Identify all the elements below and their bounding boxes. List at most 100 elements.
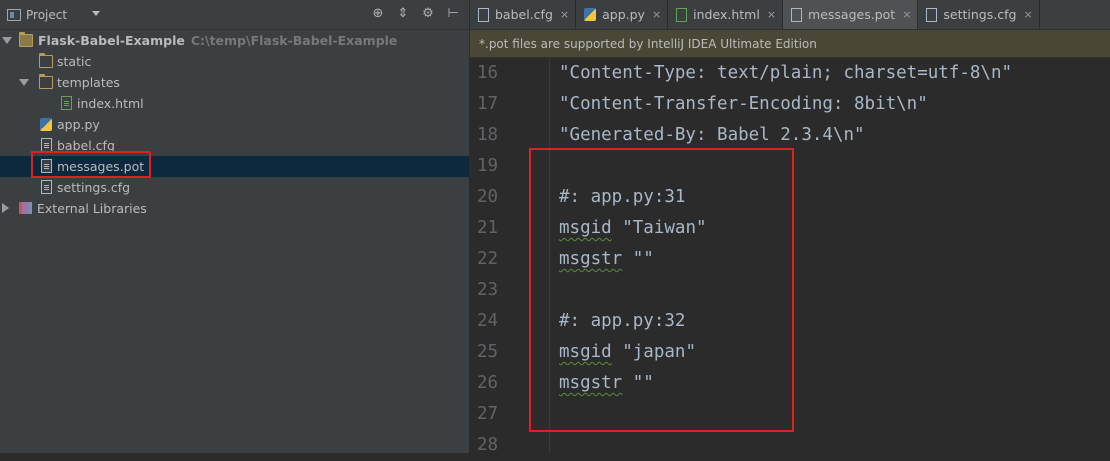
tree-item-label: static bbox=[57, 54, 92, 69]
tab-index-html[interactable]: index.html × bbox=[668, 0, 784, 29]
close-icon[interactable]: × bbox=[652, 8, 661, 21]
code-line: 19 bbox=[470, 151, 1110, 182]
plugin-notice-banner: *.pot files are supported by IntelliJ ID… bbox=[470, 30, 1110, 58]
keyword-msgstr: msgstr bbox=[559, 249, 623, 269]
expand-arrow-icon[interactable] bbox=[2, 37, 12, 44]
tab-label: babel.cfg bbox=[495, 7, 553, 22]
file-icon bbox=[41, 159, 52, 173]
code-line: 16 "Content-Type: text/plain; charset=utf… bbox=[470, 58, 1110, 89]
tree-item-settings-cfg[interactable]: settings.cfg bbox=[0, 177, 469, 198]
line-number: 19 bbox=[477, 156, 499, 176]
tree-item-label: babel.cfg bbox=[57, 138, 115, 153]
gear-icon[interactable]: ⚙ bbox=[420, 6, 436, 22]
code-line: 18 "Generated-By: Babel 2.3.4\n" bbox=[470, 120, 1110, 151]
keyword-msgid: msgid bbox=[559, 218, 612, 238]
chevron-down-icon[interactable] bbox=[92, 11, 100, 16]
close-icon[interactable]: × bbox=[767, 8, 776, 21]
line-text: "Generated-By: Babel 2.3.4\n" bbox=[559, 125, 865, 145]
folder-icon bbox=[39, 74, 53, 89]
tree-item-messages-pot[interactable]: messages.pot bbox=[0, 156, 469, 177]
line-number: 25 bbox=[477, 342, 499, 362]
line-number: 26 bbox=[477, 373, 499, 393]
close-icon[interactable]: × bbox=[902, 8, 911, 21]
hide-panel-icon[interactable]: ⊢ bbox=[445, 6, 461, 22]
root-folder-name: Flask-Babel-Example bbox=[38, 33, 185, 48]
tree-item-label: External Libraries bbox=[37, 201, 147, 216]
line-text: "japan" bbox=[611, 342, 696, 362]
tree-item-templates[interactable]: templates bbox=[0, 72, 469, 93]
line-number: 28 bbox=[477, 435, 499, 455]
line-text: #: app.py:32 bbox=[559, 311, 686, 331]
code-line: 21 msgid "Taiwan" bbox=[470, 213, 1110, 244]
editor-area: babel.cfg × app.py × index.html × messag… bbox=[470, 0, 1110, 455]
code-line: 17 "Content-Transfer-Encoding: 8bit\n" bbox=[470, 89, 1110, 120]
file-icon bbox=[926, 7, 938, 22]
code-line: 26 msgstr "" bbox=[470, 368, 1110, 399]
line-number: 17 bbox=[477, 94, 499, 114]
locate-icon[interactable]: ⊕ bbox=[370, 6, 386, 22]
code-editor[interactable]: 16 "Content-Type: text/plain; charset=utf… bbox=[470, 58, 1110, 461]
python-file-icon bbox=[40, 118, 52, 131]
tree-item-root[interactable]: Flask-Babel-Example C:\temp\Flask-Babel-E… bbox=[0, 30, 469, 51]
tab-label: app.py bbox=[602, 7, 645, 22]
tree-item-external-libraries[interactable]: External Libraries bbox=[0, 198, 469, 219]
code-line: 20 #: app.py:31 bbox=[470, 182, 1110, 213]
tab-app-py[interactable]: app.py × bbox=[576, 0, 669, 29]
file-icon bbox=[478, 7, 489, 22]
tree-item-app-py[interactable]: app.py bbox=[0, 114, 469, 135]
project-tree: Flask-Babel-Example C:\temp\Flask-Babel-E… bbox=[0, 30, 469, 219]
line-text: "" bbox=[622, 373, 654, 393]
tab-label: messages.pot bbox=[808, 7, 896, 22]
expand-arrow-icon[interactable] bbox=[19, 79, 29, 86]
expand-arrow-icon[interactable] bbox=[2, 203, 9, 213]
tree-item-label: templates bbox=[57, 75, 120, 90]
tree-item-label: app.py bbox=[57, 117, 100, 132]
line-text: "Content-Type: text/plain; charset=utf-8… bbox=[559, 63, 1013, 83]
html-file-icon bbox=[61, 96, 72, 110]
tree-item-babel-cfg[interactable]: babel.cfg bbox=[0, 135, 469, 156]
line-number: 24 bbox=[477, 311, 499, 331]
line-text: "Taiwan" bbox=[611, 218, 707, 238]
file-icon bbox=[791, 7, 803, 22]
tree-item-static[interactable]: static bbox=[0, 51, 469, 72]
code-line: 27 bbox=[470, 399, 1110, 430]
keyword-msgid: msgid bbox=[559, 342, 612, 362]
line-text: "" bbox=[622, 249, 654, 269]
tree-item-label: messages.pot bbox=[57, 159, 145, 174]
file-icon bbox=[41, 138, 52, 152]
python-file-icon bbox=[584, 8, 597, 21]
code-line: 25 msgid "japan" bbox=[470, 337, 1110, 368]
folder-icon bbox=[39, 53, 53, 68]
file-icon bbox=[41, 180, 52, 194]
tree-item-label: settings.cfg bbox=[57, 180, 131, 195]
project-panel: Project ⊕ ⇕ ⚙ ⊢ Flask-Babel-Example C:\te… bbox=[0, 0, 470, 453]
close-icon[interactable]: × bbox=[560, 8, 569, 21]
html-file-icon bbox=[676, 7, 688, 22]
line-number: 27 bbox=[477, 404, 499, 424]
folder-icon bbox=[19, 32, 33, 47]
tab-label: index.html bbox=[693, 7, 760, 22]
line-number: 18 bbox=[477, 125, 499, 145]
tree-item-label: index.html bbox=[77, 96, 144, 111]
line-text: #: app.py:31 bbox=[559, 187, 686, 207]
keyword-msgstr: msgstr bbox=[559, 373, 623, 393]
line-text: "Content-Transfer-Encoding: 8bit\n" bbox=[559, 94, 928, 114]
code-line: 24 #: app.py:32 bbox=[470, 306, 1110, 337]
code-line: 28 bbox=[470, 430, 1110, 461]
line-number: 20 bbox=[477, 187, 499, 207]
project-view-selector[interactable]: Project bbox=[26, 8, 67, 22]
line-number: 23 bbox=[477, 280, 499, 300]
close-icon[interactable]: × bbox=[1023, 8, 1032, 21]
tab-label: settings.cfg bbox=[943, 7, 1017, 22]
tab-messages-pot[interactable]: messages.pot × bbox=[783, 0, 919, 29]
collapse-all-icon[interactable]: ⇕ bbox=[395, 6, 411, 22]
tree-item-index-html[interactable]: index.html bbox=[0, 93, 469, 114]
project-icon bbox=[7, 8, 21, 21]
editor-tabs: babel.cfg × app.py × index.html × messag… bbox=[470, 0, 1110, 30]
root-folder-path: C:\temp\Flask-Babel-Example bbox=[190, 33, 398, 48]
line-number: 21 bbox=[477, 218, 499, 238]
tab-babel-cfg[interactable]: babel.cfg × bbox=[470, 0, 577, 29]
tab-settings-cfg[interactable]: settings.cfg × bbox=[918, 0, 1040, 29]
code-line: 22 msgstr "" bbox=[470, 244, 1110, 275]
code-line: 23 bbox=[470, 275, 1110, 306]
